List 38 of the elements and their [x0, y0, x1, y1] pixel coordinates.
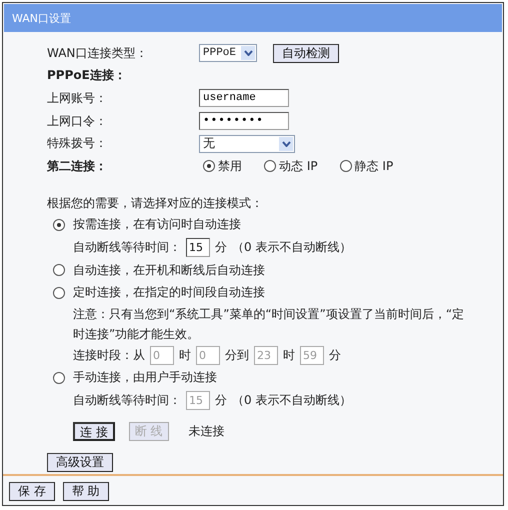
account-field[interactable]: username: [199, 89, 289, 108]
unit-label: 分: [215, 238, 227, 256]
unit-label: 分: [215, 392, 227, 409]
unit-label: 分到: [225, 346, 249, 364]
dial-select[interactable]: 无: [199, 134, 295, 153]
radio-option[interactable]: 手动连接，由用户手动连接: [53, 366, 503, 390]
instruction-text: 根据您的需要，请选择对应的连接模式：: [47, 194, 264, 212]
connect-button[interactable]: 连 接: [73, 422, 115, 441]
note-text: 注意：只有当您到“系统工具”菜单的“时间设置”项设置了当前时间后，“定时连接”功能才能生效。: [73, 306, 466, 343]
section-heading: PPPoE连接：: [47, 67, 127, 84]
radio-option[interactable]: 静态 IP: [340, 158, 394, 175]
radio-option[interactable]: 定时连接，在指定的时间段自动连接: [53, 281, 503, 304]
field-label: 第二连接：: [47, 158, 108, 175]
field-label: WAN口连接类型：: [47, 44, 148, 62]
window-title: WAN口设置: [12, 10, 72, 26]
unit-label: 时: [283, 346, 295, 364]
auto-detect-button[interactable]: 自动检测: [273, 44, 339, 63]
unit-label: 分: [329, 346, 341, 364]
radio-option[interactable]: 禁用: [203, 158, 242, 175]
unit-label: 时: [179, 346, 191, 364]
field-label: 上网账号：: [47, 90, 108, 107]
connection-type-select[interactable]: PPPoE: [199, 44, 257, 62]
hint-text: （0 表示不自动断线）: [232, 238, 352, 256]
field-label: 上网口令：: [47, 112, 108, 130]
field-label: 特殊拨号：: [47, 135, 108, 152]
radio-option[interactable]: 按需连接，在有访问时自动连接: [53, 214, 503, 236]
radio-option[interactable]: 自动连接，在开机和断线后自动连接: [53, 258, 503, 282]
advanced-settings-button[interactable]: 高级设置: [47, 452, 113, 472]
password-field[interactable]: ••••••••: [199, 112, 289, 130]
wait-time-field[interactable]: 15: [186, 238, 210, 257]
footer-button[interactable]: 帮 助: [62, 482, 109, 501]
field-label: 自动断线等待时间：: [73, 392, 181, 409]
connection-status: 未连接: [188, 422, 225, 440]
field-label: 连接时段：从: [73, 346, 145, 364]
footer-button[interactable]: 保 存: [9, 482, 55, 501]
hint-text: （0 表示不自动断线）: [232, 392, 352, 409]
field-label: 自动断线等待时间：: [73, 238, 181, 256]
radio-option[interactable]: 动态 IP: [264, 158, 318, 175]
